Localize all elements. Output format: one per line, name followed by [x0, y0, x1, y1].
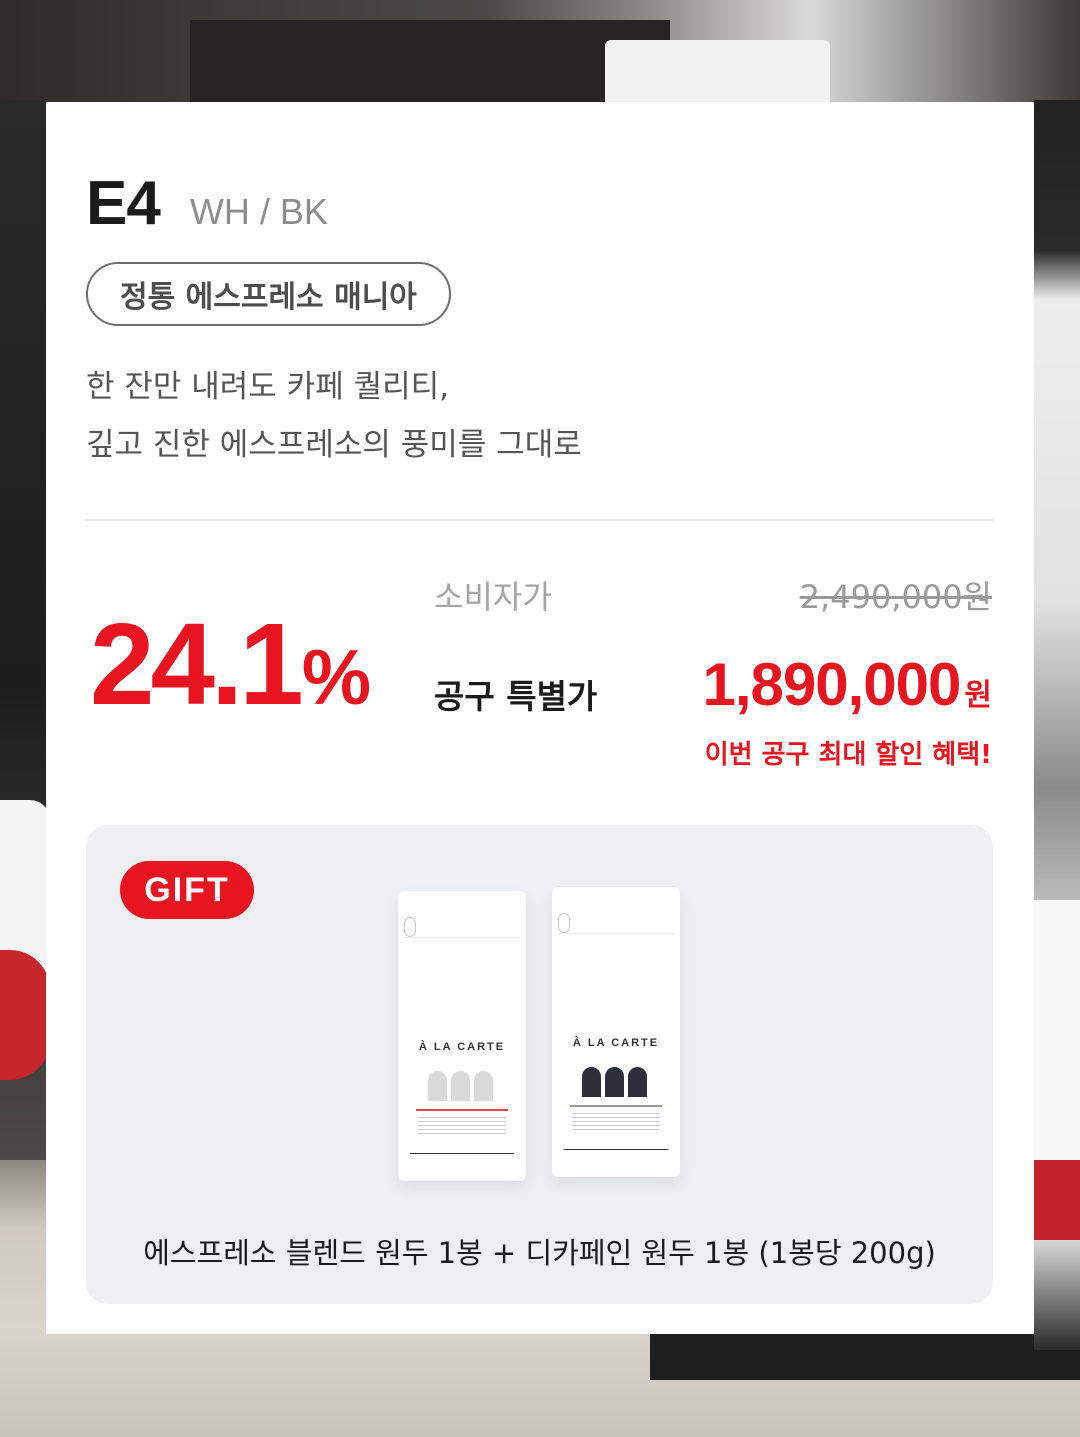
divider: [86, 519, 993, 521]
category-tag: 정통 에스프레소 매니아: [86, 262, 451, 326]
special-price-label: 공구 특별가: [434, 677, 598, 716]
product-card: E4 WH / BK 정통 에스프레소 매니아 한 잔만 내려도 카페 퀄리티,…: [46, 102, 1034, 1334]
product-header: E4 WH / BK: [86, 168, 328, 238]
description-line: 한 잔만 내려도 카페 퀄리티,: [86, 369, 449, 405]
special-price-amount: 1,890,000: [702, 651, 961, 718]
model-color: WH / BK: [189, 191, 328, 232]
discount-number: 24.1: [90, 599, 304, 729]
retail-price: 2,490,000원: [799, 578, 992, 616]
discount-percent: %: [301, 633, 371, 721]
special-price: 1,890,000 원: [702, 650, 992, 719]
decaf-bag-image: À LA CARTE: [552, 887, 680, 1177]
description-line: 깊고 진한 에스프레소의 풍미를 그대로: [86, 427, 582, 463]
bag-brand-label: À LA CARTE: [418, 1041, 506, 1053]
gift-badge: GIFT: [120, 861, 254, 919]
bag-brand-label: À LA CARTE: [572, 1037, 660, 1049]
special-price-currency: 원: [964, 678, 992, 713]
gift-caption: 에스프레소 블렌드 원두 1봉 + 디카페인 원두 1봉 (1봉당 200g): [143, 1236, 936, 1270]
retail-price-label: 소비자가: [434, 578, 552, 616]
product-description: 한 잔만 내려도 카페 퀄리티, 깊고 진한 에스프레소의 풍미를 그대로: [86, 358, 582, 474]
gift-box: GIFT À LA CARTE À LA CARTE 에스프레소 블렌드 원두 …: [86, 825, 993, 1304]
espresso-blend-bag-image: À LA CARTE: [398, 891, 526, 1181]
model-name: E4: [86, 169, 161, 238]
promo-text: 이번 공구 최대 할인 혜택!: [704, 740, 992, 770]
discount-rate: 24.1 %: [90, 597, 371, 731]
